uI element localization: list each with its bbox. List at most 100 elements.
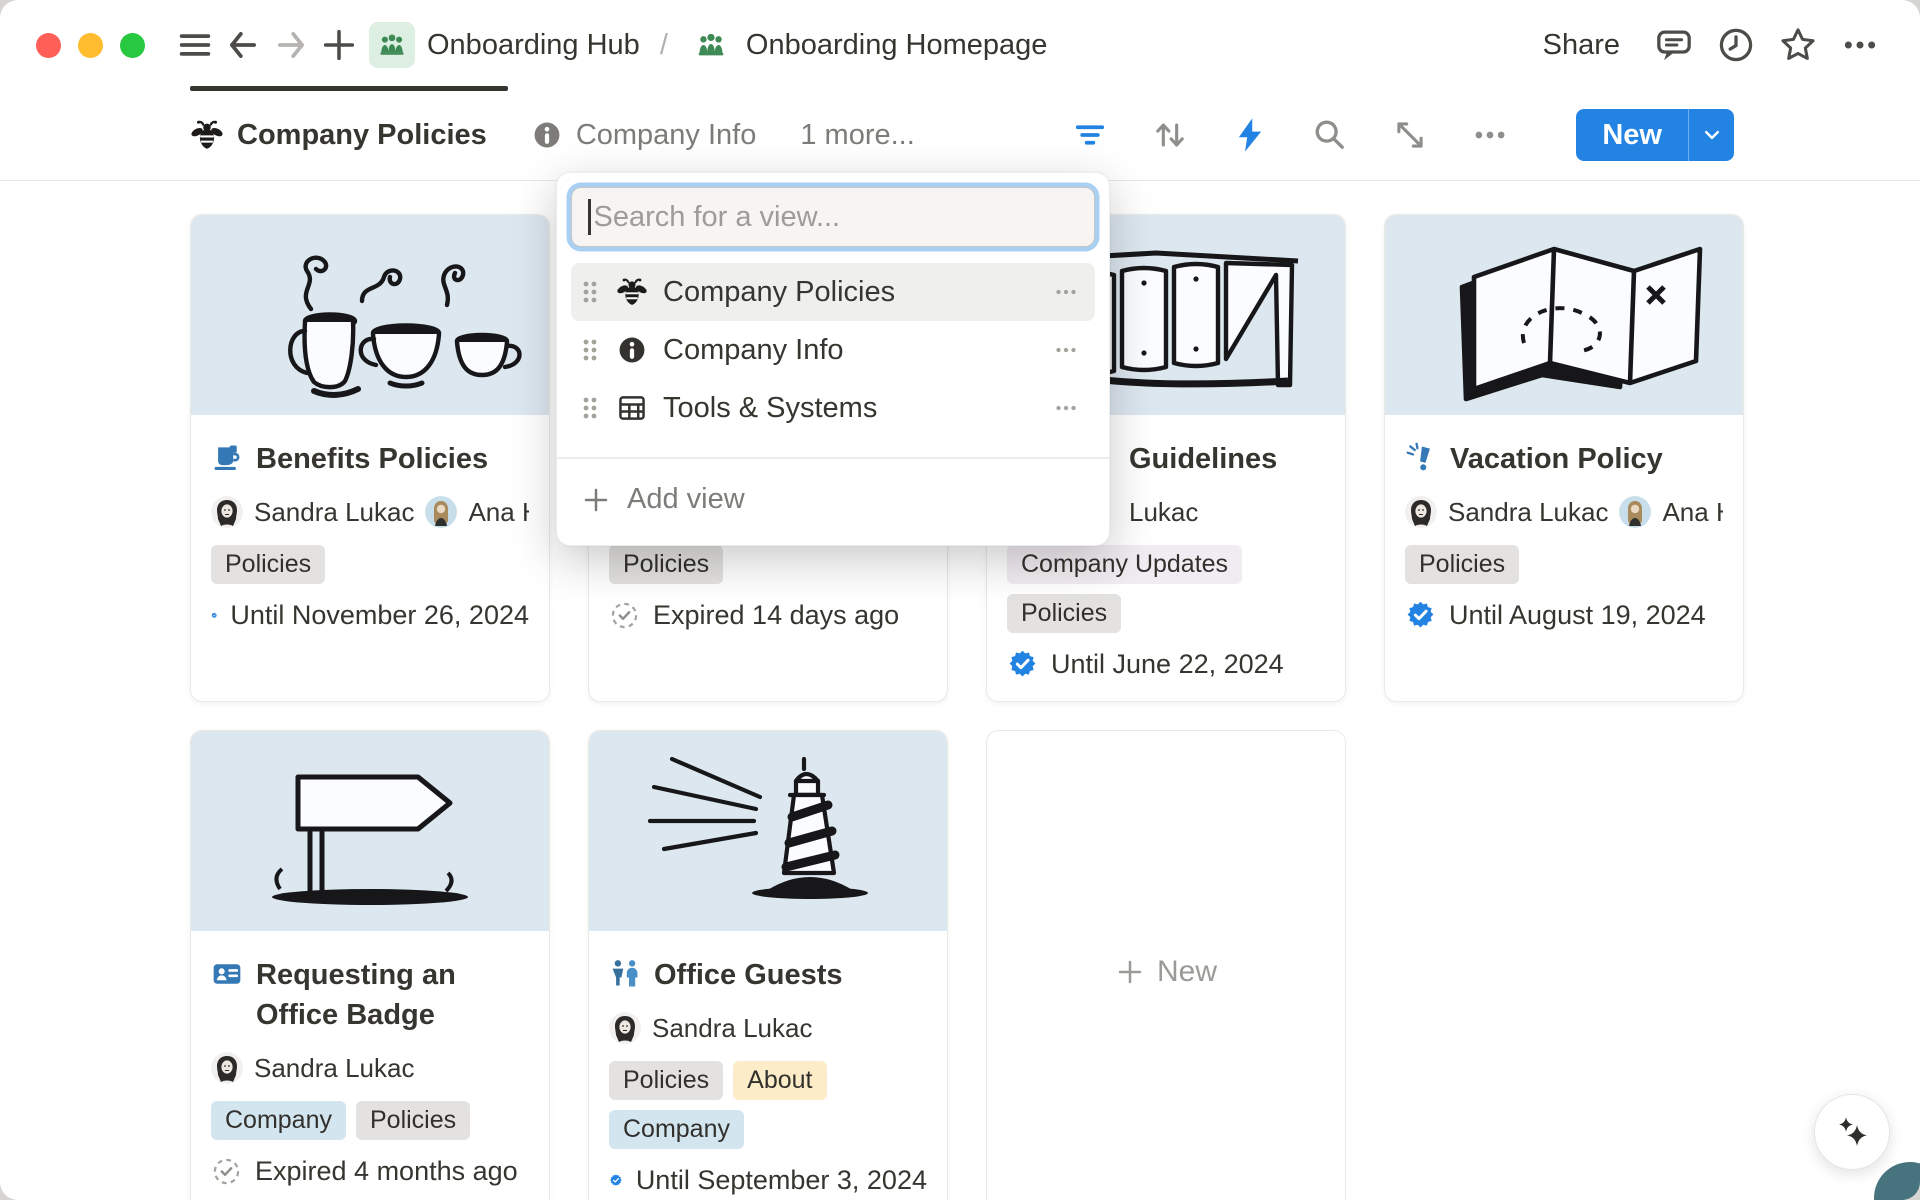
view-options-icon[interactable]: [1051, 393, 1081, 423]
info-icon: [616, 334, 648, 366]
view-options-icon[interactable]: [1051, 335, 1081, 365]
bee-icon: [190, 118, 224, 152]
sparkles-icon: [1829, 1109, 1875, 1155]
more-options-button[interactable]: [1836, 21, 1884, 69]
card-body: Vacation Policy Sandra Lukac Ana Hau Pol…: [1385, 415, 1743, 631]
card-tags: Policies: [1405, 545, 1723, 584]
exclamation-rays-icon: [1405, 442, 1437, 474]
close-window-button[interactable]: [36, 33, 61, 58]
automations-button[interactable]: [1228, 113, 1272, 157]
new-button-group: New: [1576, 109, 1734, 161]
back-button[interactable]: [219, 21, 267, 69]
search-button[interactable]: [1308, 113, 1352, 157]
card-cover: [1385, 215, 1743, 415]
tab-company-policies[interactable]: Company Policies: [190, 118, 487, 152]
avatar: [211, 1052, 243, 1084]
filter-button[interactable]: [1068, 113, 1112, 157]
tag: Policies: [1007, 594, 1121, 633]
favorite-button[interactable]: [1774, 21, 1822, 69]
share-button[interactable]: Share: [1543, 29, 1620, 62]
card-tags: Company Policies: [211, 1101, 529, 1140]
card-office-guests[interactable]: Office Guests Sandra Lukac Policies Abou…: [588, 730, 948, 1200]
ai-assistant-button[interactable]: [1814, 1094, 1890, 1170]
tag: About: [733, 1061, 826, 1100]
lightning-icon: [1230, 115, 1270, 155]
view-options-button[interactable]: [1468, 113, 1512, 157]
two-people-icon: [609, 958, 641, 990]
card-requesting-office-badge[interactable]: Requesting an Office Badge Sandra Lukac …: [190, 730, 550, 1200]
cover-illustration-map: [1404, 225, 1724, 405]
cover-illustration-signpost: [210, 741, 530, 921]
status-text: Until November 26, 2024: [230, 600, 529, 631]
tab-label: Company Info: [576, 119, 757, 152]
new-card-label: New: [1157, 955, 1217, 989]
team-icon: [688, 22, 734, 68]
verified-badge-icon: [1007, 649, 1038, 680]
new-card-button[interactable]: New: [986, 730, 1346, 1200]
plus-icon: [581, 485, 611, 515]
id-badge-icon: [211, 958, 243, 990]
table-icon: [616, 392, 648, 424]
new-page-button[interactable]: [315, 21, 363, 69]
bee-icon: [616, 276, 648, 308]
new-button[interactable]: New: [1576, 109, 1688, 161]
view-item-company-info[interactable]: Company Info: [571, 321, 1095, 379]
plus-icon: [319, 25, 359, 65]
view-options-icon[interactable]: [1051, 277, 1081, 307]
card-title: Vacation Policy: [1450, 439, 1663, 479]
breadcrumb-separator: /: [660, 29, 668, 62]
tab-label: Company Policies: [237, 119, 487, 152]
card-people-row: Sandra Lukac Ana Hau: [1405, 493, 1723, 531]
card-people-row: Sandra Lukac: [609, 1009, 927, 1047]
tag: Company: [609, 1110, 744, 1149]
verified-badge-icon: [1405, 600, 1436, 631]
view-item-tools-systems[interactable]: Tools & Systems: [571, 379, 1095, 437]
view-switcher-popup: Search for a view... Company Policies: [556, 172, 1110, 546]
card-tags: Policies About Company: [609, 1061, 927, 1149]
tab-company-info[interactable]: Company Info: [531, 119, 757, 152]
breadcrumb-item-onboarding-homepage[interactable]: Onboarding Homepage: [688, 22, 1047, 68]
arrow-right-icon: [271, 25, 311, 65]
card-vacation-policy[interactable]: Vacation Policy Sandra Lukac Ana Hau Pol…: [1384, 214, 1744, 702]
team-icon: [369, 22, 415, 68]
cover-illustration-mugs: [210, 225, 530, 405]
expand-view-button[interactable]: [1388, 113, 1432, 157]
drag-handle-icon[interactable]: [579, 393, 601, 423]
expand-diagonal-icon: [1390, 115, 1430, 155]
card-benefits-policies[interactable]: Benefits Policies Sandra Lukac Ana Ha Po…: [190, 214, 550, 702]
view-item-company-policies[interactable]: Company Policies: [571, 263, 1095, 321]
tabs-overflow-button[interactable]: 1 more...: [800, 119, 914, 152]
breadcrumb-item-onboarding-hub[interactable]: Onboarding Hub: [369, 22, 640, 68]
comments-button[interactable]: [1650, 21, 1698, 69]
sidebar-toggle-button[interactable]: [171, 21, 219, 69]
sort-arrows-icon: [1150, 115, 1190, 155]
card-title-row: Requesting an Office Badge: [211, 955, 529, 1035]
card-title: Requesting an Office Badge: [256, 955, 506, 1035]
person-name: Sandra Lukac: [652, 1013, 812, 1044]
add-view-label: Add view: [627, 483, 745, 516]
view-search-input[interactable]: Search for a view...: [571, 187, 1095, 247]
gallery-board: Benefits Policies Sandra Lukac Ana Ha Po…: [0, 181, 1920, 1200]
add-view-button[interactable]: Add view: [571, 459, 1095, 541]
card-tags: Company Updates Policies: [1007, 545, 1325, 633]
drag-handle-icon[interactable]: [579, 277, 601, 307]
new-button-dropdown[interactable]: [1688, 109, 1734, 161]
sort-button[interactable]: [1148, 113, 1192, 157]
status-text: Until August 19, 2024: [1449, 600, 1706, 631]
minimize-window-button[interactable]: [78, 33, 103, 58]
forward-button[interactable]: [267, 21, 315, 69]
info-icon: [531, 119, 563, 151]
chevron-down-icon: [1699, 122, 1725, 148]
person-name: Sandra Lukac: [254, 1053, 414, 1084]
verified-badge-icon: [609, 1165, 623, 1196]
plus-icon: [1115, 957, 1145, 987]
card-status-row: Until November 26, 2024: [211, 600, 529, 631]
person-name: Ana Hau: [1662, 497, 1723, 528]
avatar: [609, 1012, 641, 1044]
avatar: [425, 496, 457, 528]
zoom-window-button[interactable]: [120, 33, 145, 58]
card-people-row: Sandra Lukac: [211, 1049, 529, 1087]
arrow-left-icon: [223, 25, 263, 65]
drag-handle-icon[interactable]: [579, 335, 601, 365]
history-button[interactable]: [1712, 21, 1760, 69]
